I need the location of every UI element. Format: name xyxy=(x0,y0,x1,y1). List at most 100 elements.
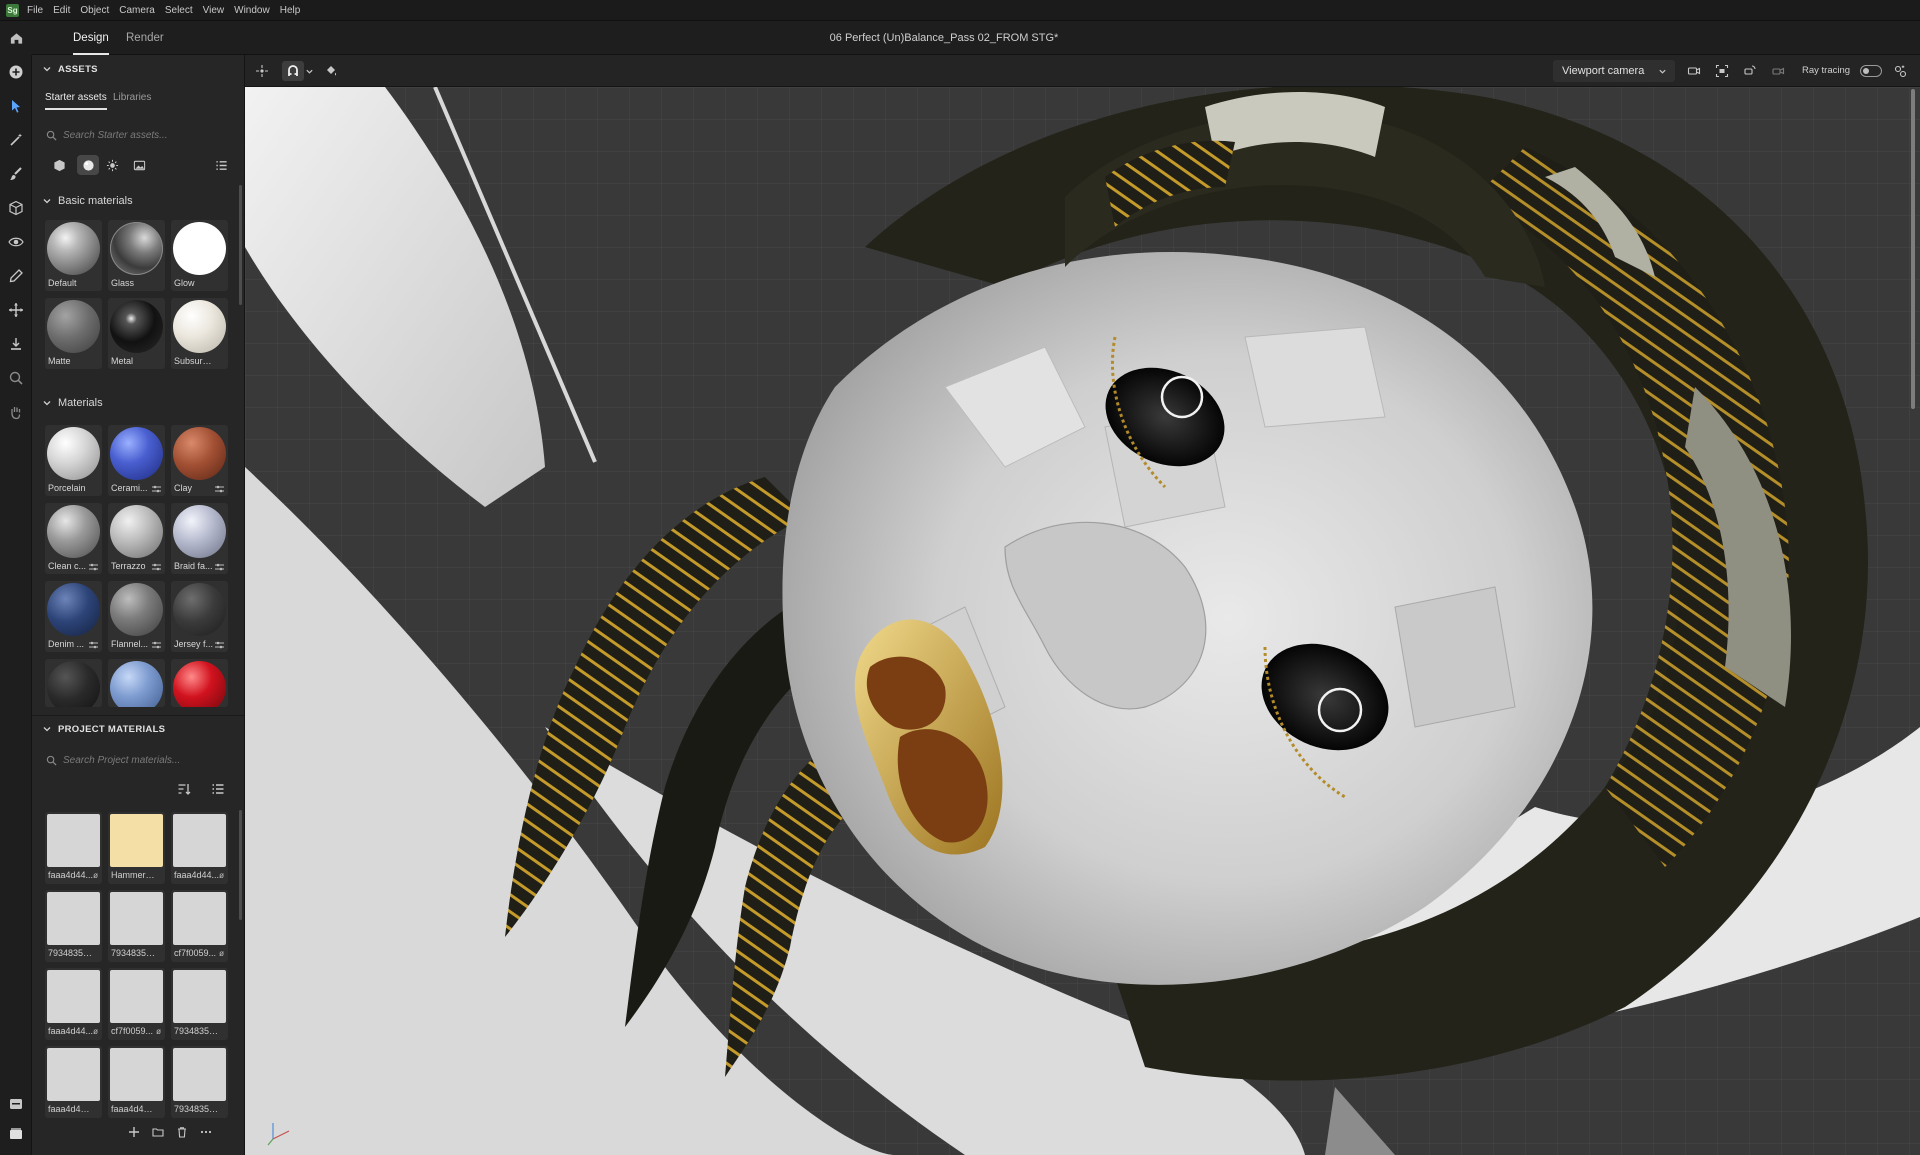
material-label: Glass xyxy=(111,278,135,288)
project-material-tile[interactable]: faaa4d44... ø xyxy=(45,968,102,1040)
trash-icon xyxy=(178,1127,186,1138)
material-tile[interactable]: Cerami... xyxy=(108,425,165,496)
material-tile[interactable]: Metal xyxy=(108,298,165,369)
plus-icon xyxy=(129,1127,139,1137)
filter-lights-button[interactable] xyxy=(101,155,123,175)
project-material-tile[interactable]: 793483574... xyxy=(171,968,228,1040)
material-tile[interactable]: Glass xyxy=(108,220,165,291)
hand-tool[interactable] xyxy=(6,402,26,422)
material-tile[interactable]: Porcelain xyxy=(45,425,102,496)
material-preview xyxy=(110,427,163,480)
project-material-tile[interactable]: faaa4d44f... xyxy=(108,1046,165,1118)
materials-header[interactable]: Materials xyxy=(32,392,244,414)
viewport-camera-dropdown[interactable]: Viewport camera xyxy=(1553,60,1675,82)
menu-file[interactable]: File xyxy=(27,5,43,16)
list-view-button[interactable] xyxy=(210,155,232,175)
project-material-tile[interactable]: 793483574... xyxy=(45,890,102,962)
project-material-tile[interactable]: Hammere... xyxy=(108,812,165,884)
more-options-button[interactable] xyxy=(198,1124,214,1140)
assets-section-header[interactable]: ASSETS xyxy=(32,58,244,80)
drop-objects-button[interactable] xyxy=(322,62,340,80)
menu-edit[interactable]: Edit xyxy=(53,5,70,16)
sample-tool[interactable] xyxy=(6,266,26,286)
menu-help[interactable]: Help xyxy=(280,5,301,16)
material-label: Glow xyxy=(174,278,195,288)
paint-tool[interactable] xyxy=(6,164,26,184)
tab-starter-assets[interactable]: Starter assets xyxy=(45,92,107,110)
filter-images-button[interactable] xyxy=(128,155,150,175)
camera-orbit-button[interactable] xyxy=(1741,62,1759,80)
project-material-tile[interactable]: faaa4d44... ø xyxy=(45,812,102,884)
viewport-scrollbar[interactable] xyxy=(1911,89,1915,409)
filter-materials-button[interactable] xyxy=(77,155,99,175)
material-tile[interactable]: Jersey f... xyxy=(171,581,228,652)
snap-button[interactable] xyxy=(282,61,304,81)
material-tile[interactable]: Default xyxy=(45,220,102,291)
magic-tool[interactable] xyxy=(6,130,26,150)
basic-materials-header[interactable]: Basic materials xyxy=(32,190,244,212)
material-tile[interactable]: Matte xyxy=(45,298,102,369)
camera-frame-button[interactable] xyxy=(1713,62,1731,80)
select-tool[interactable] xyxy=(6,96,26,116)
material-label: Denim ... xyxy=(48,639,85,649)
add-tool[interactable] xyxy=(6,62,26,82)
material-tile[interactable]: Subsurface xyxy=(171,298,228,369)
environment-tool[interactable] xyxy=(6,232,26,252)
drop-tool[interactable] xyxy=(6,334,26,354)
material-tile[interactable]: Braid fa... xyxy=(171,503,228,574)
ray-tracing-toggle[interactable] xyxy=(1860,65,1882,77)
project-materials-search-input[interactable]: Search Project materials... xyxy=(44,750,234,770)
project-materials-header[interactable]: PROJECT MATERIALS xyxy=(32,718,244,740)
object-tool[interactable] xyxy=(6,198,26,218)
material-tile[interactable] xyxy=(45,659,102,707)
material-tile[interactable]: Clay xyxy=(171,425,228,496)
material-tile[interactable]: Flannel... xyxy=(108,581,165,652)
material-tile[interactable]: Denim ... xyxy=(45,581,102,652)
add-material-button[interactable] xyxy=(126,1124,142,1140)
assets-scrollbar[interactable] xyxy=(239,185,242,305)
project-material-tile[interactable]: cf7f0059... ø xyxy=(108,968,165,1040)
project-actions-bar xyxy=(32,1121,244,1143)
delete-material-button[interactable] xyxy=(174,1124,190,1140)
home-button[interactable] xyxy=(0,21,32,55)
magic-wand-icon xyxy=(10,133,22,146)
material-preview xyxy=(47,892,100,945)
material-tile[interactable]: Glow xyxy=(171,220,228,291)
tab-libraries[interactable]: Libraries xyxy=(113,92,151,103)
render-settings-button[interactable] xyxy=(1891,62,1909,80)
pointer-icon xyxy=(12,100,20,113)
camera-reset-button[interactable] xyxy=(1769,62,1787,80)
material-tile[interactable] xyxy=(171,659,228,707)
project-material-tile[interactable]: 793483574... xyxy=(108,890,165,962)
frame-selection-button[interactable] xyxy=(253,62,271,80)
project-material-tile[interactable]: faaa4d44f... xyxy=(45,1046,102,1118)
menu-object[interactable]: Object xyxy=(80,5,109,16)
assets-panel-tool[interactable] xyxy=(6,1124,26,1144)
project-material-tile[interactable]: 793483574... xyxy=(171,1046,228,1118)
menu-select[interactable]: Select xyxy=(165,5,193,16)
material-tile[interactable]: Clean c... xyxy=(45,503,102,574)
list-icon xyxy=(215,160,227,170)
sort-button[interactable] xyxy=(177,782,191,799)
material-tile[interactable]: Terrazzo xyxy=(108,503,165,574)
scene-render[interactable] xyxy=(245,87,1920,1155)
menu-camera[interactable]: Camera xyxy=(119,5,155,16)
menu-view[interactable]: View xyxy=(203,5,225,16)
project-list-view-button[interactable] xyxy=(211,782,225,799)
3d-viewport[interactable] xyxy=(245,87,1920,1155)
project-material-tile[interactable]: faaa4d44... ø xyxy=(171,812,228,884)
panel-toggle-tool[interactable] xyxy=(6,1094,26,1114)
project-material-tile[interactable]: cf7f0059... ø xyxy=(171,890,228,962)
transform-tool[interactable] xyxy=(6,300,26,320)
project-scrollbar[interactable] xyxy=(239,810,242,920)
menu-window[interactable]: Window xyxy=(234,5,270,16)
camera-bookmark-button[interactable] xyxy=(1685,62,1703,80)
zoom-tool[interactable] xyxy=(6,368,26,388)
camera-label: Viewport camera xyxy=(1562,65,1645,77)
snap-options-dropdown[interactable] xyxy=(303,62,315,80)
starter-assets-search-input[interactable]: Search Starter assets... xyxy=(44,125,234,145)
filter-models-button[interactable] xyxy=(48,155,70,175)
home-icon xyxy=(10,33,22,44)
material-tile[interactable] xyxy=(108,659,165,707)
new-folder-button[interactable] xyxy=(150,1124,166,1140)
